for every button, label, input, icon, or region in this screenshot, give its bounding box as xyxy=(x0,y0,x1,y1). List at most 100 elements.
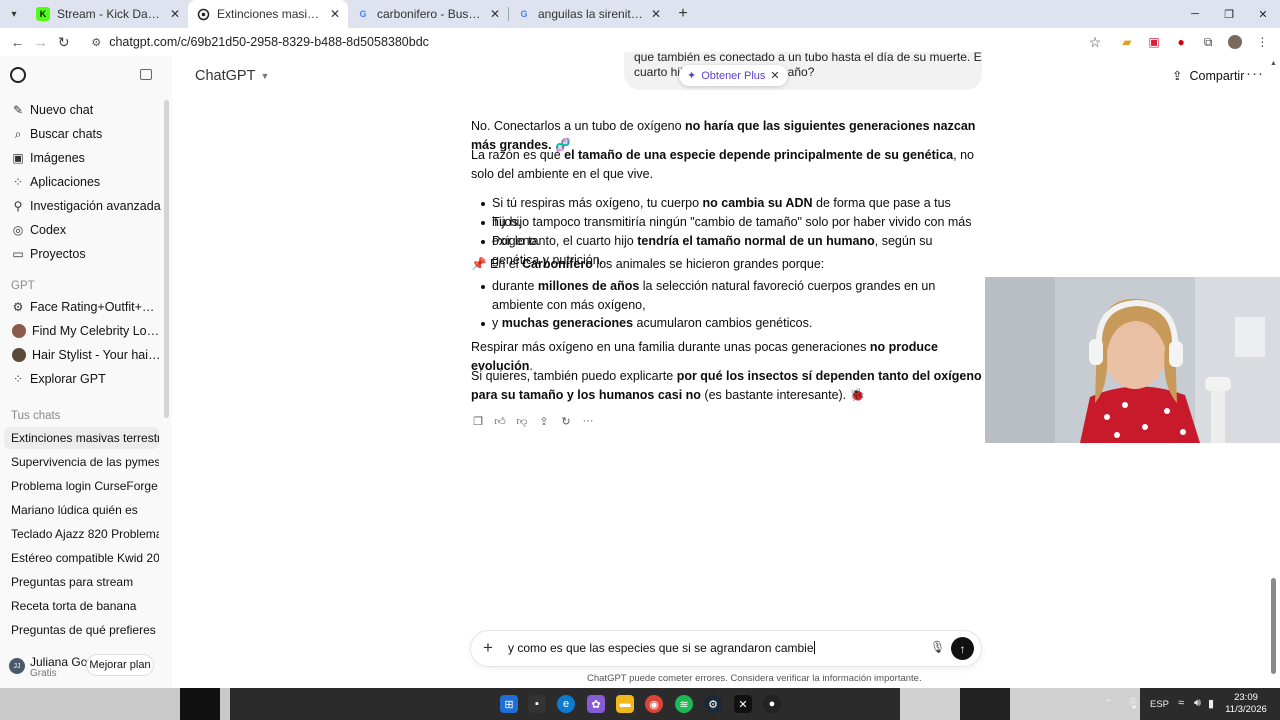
chatgpt-logo-icon[interactable] xyxy=(10,67,26,83)
user-message-line: cuarto hij xyxy=(634,65,683,79)
capcut-icon[interactable]: ✕ xyxy=(734,695,752,713)
more-options-icon[interactable]: ··· xyxy=(1246,65,1264,82)
language-indicator[interactable]: ESP xyxy=(1150,699,1169,710)
gear-icon: ⚙ xyxy=(12,300,24,314)
model-name: ChatGPT xyxy=(195,68,256,84)
attach-plus-icon[interactable]: + xyxy=(483,638,493,658)
tab-carbonifero[interactable]: G carbonifero - Buscar con Goog ✕ xyxy=(348,0,508,28)
disclaimer-text: ChatGPT puede cometer errores. Considera… xyxy=(587,673,922,684)
extension-icon[interactable]: ▰ xyxy=(1115,30,1138,54)
folder-icon: ▭ xyxy=(12,247,24,261)
extension-icon[interactable]: ● xyxy=(1170,30,1193,54)
microphone-icon[interactable]: 🎙︎ xyxy=(930,640,945,654)
chat-item[interactable]: Problema login CurseForge xyxy=(4,475,159,497)
sidebar-item-images[interactable]: ▣ Imágenes xyxy=(4,147,162,169)
tray-chevron-icon[interactable]: ⌃ xyxy=(1104,697,1113,710)
gpt-section-header: GPT xyxy=(11,280,35,292)
sidebar-scrollbar[interactable] xyxy=(164,100,169,418)
chat-item[interactable]: Extinciones masivas terrestres xyxy=(4,427,159,449)
send-button[interactable]: ↑ xyxy=(951,637,974,660)
bullet-dot xyxy=(481,285,485,289)
chat-item[interactable]: Teclado Ajazz 820 Problemas xyxy=(4,523,159,545)
close-tab-icon[interactable]: ✕ xyxy=(330,7,340,21)
share-icon[interactable]: ⇪ xyxy=(537,414,551,428)
spotify-icon[interactable]: ≋ xyxy=(675,695,693,713)
chat-item[interactable]: Preguntas de qué prefieres xyxy=(4,619,159,641)
sidebar-item-codex[interactable]: ◎ Codex xyxy=(4,219,162,241)
file-explorer-icon[interactable]: ▬ xyxy=(616,695,634,713)
copy-icon[interactable]: ❐ xyxy=(471,414,485,428)
sidebar-item-new-chat[interactable]: ✎ Nuevo chat xyxy=(4,99,162,121)
browser-menu-icon[interactable]: ⋮ xyxy=(1251,30,1274,54)
close-tab-icon[interactable]: ✕ xyxy=(651,7,661,21)
close-tab-icon[interactable]: ✕ xyxy=(490,7,500,21)
obs-icon[interactable]: ● xyxy=(763,695,781,713)
tab-search-chevron-icon[interactable]: ▾ xyxy=(0,0,28,28)
volume-icon[interactable]: 🔊︎ xyxy=(1194,697,1201,710)
sidebar-item-projects[interactable]: ▭ Proyectos xyxy=(4,243,162,265)
minimize-icon[interactable]: ─ xyxy=(1178,0,1212,28)
profile-avatar-icon[interactable] xyxy=(1224,30,1247,54)
site-info-icon[interactable]: ⚙ xyxy=(91,36,101,49)
sidebar-explore-gpts[interactable]: ⁘ Explorar GPT xyxy=(4,368,162,390)
taskbar-clock[interactable]: 23:09 11/3/2026 xyxy=(1222,692,1270,716)
sidebar-gpt-face-rating[interactable]: ⚙Face Rating+Outfit+Hair/Ski... xyxy=(4,296,162,318)
copilot-icon[interactable]: ✿ xyxy=(587,695,605,713)
wifi-icon[interactable]: ≈ xyxy=(1178,697,1184,709)
tab-extinciones[interactable]: Extinciones masivas terrestres ✕ xyxy=(188,0,348,28)
chat-item[interactable]: Estéreo compatible Kwid 2020 xyxy=(4,547,159,569)
forward-icon[interactable]: → xyxy=(29,30,52,54)
scroll-up-arrow-icon[interactable]: ▲ xyxy=(1270,60,1277,67)
sidebar-gpt-celebrity[interactable]: Find My Celebrity Look Alike xyxy=(4,320,162,342)
close-window-icon[interactable]: ✕ xyxy=(1246,0,1280,28)
thumbs-down-icon[interactable]: 👎︎ xyxy=(515,414,529,428)
sidebar-gpt-hair-stylist[interactable]: Hair Stylist - Your hair style a... xyxy=(4,344,162,366)
answer-paragraph: 📌 En el Carbonífero los animales se hici… xyxy=(471,257,825,271)
new-tab-button[interactable]: + xyxy=(669,0,697,28)
tray-microphone-icon[interactable]: 🎙︎ xyxy=(1126,697,1140,710)
chat-item[interactable]: Mariano lúdica quién es xyxy=(4,499,159,521)
tab-title: anguilas la sirenita - Buscar con xyxy=(538,7,644,21)
get-plus-button[interactable]: ✦ Obtener Plus ✕ xyxy=(679,65,788,86)
url-field[interactable]: ⚙ chatgpt.com/c/69b21d50-2958-8329-b488-… xyxy=(81,30,1111,54)
back-icon[interactable]: ← xyxy=(6,30,29,54)
extension-icon[interactable]: ▣ xyxy=(1142,30,1165,54)
thumbs-up-icon[interactable]: 👍︎ xyxy=(493,414,507,428)
sidebar-item-search-chats[interactable]: ⌕ Buscar chats xyxy=(4,123,162,145)
edge-icon[interactable]: e xyxy=(557,695,575,713)
task-view-icon[interactable]: ▪ xyxy=(528,695,546,713)
message-composer[interactable]: + y como es que las especies que si se a… xyxy=(471,631,981,666)
bookmark-star-icon[interactable]: ☆ xyxy=(1089,34,1102,51)
user-profile[interactable]: JJ Juliana Go... Gratis Mejorar plan xyxy=(0,652,172,682)
sidebar-item-apps[interactable]: ⁘ Aplicaciones xyxy=(4,171,162,193)
start-windows-icon[interactable]: ⊞ xyxy=(500,695,518,713)
upgrade-plan-button[interactable]: Mejorar plan xyxy=(86,654,154,676)
webcam-image xyxy=(985,277,1280,443)
regenerate-icon[interactable]: ↻ xyxy=(559,414,573,428)
tab-title: carbonifero - Buscar con Goog xyxy=(377,7,483,21)
chat-item[interactable]: Preguntas para stream xyxy=(4,571,159,593)
tab-anguilas[interactable]: G anguilas la sirenita - Buscar con ✕ xyxy=(509,0,669,28)
extensions-puzzle-icon[interactable]: ⧉ xyxy=(1197,30,1220,54)
sidebar-item-research[interactable]: ⚲ Investigación avanzada xyxy=(4,195,162,217)
chat-item[interactable]: Receta torta de banana xyxy=(4,595,159,617)
restore-icon[interactable]: ❐ xyxy=(1212,0,1246,28)
steam-icon[interactable]: ⚙ xyxy=(704,695,722,713)
chats-section-header: Tus chats xyxy=(11,410,61,422)
more-icon[interactable]: ··· xyxy=(581,414,595,428)
reload-icon[interactable]: ↻ xyxy=(52,30,75,54)
close-icon[interactable]: ✕ xyxy=(770,69,779,82)
close-tab-icon[interactable]: ✕ xyxy=(170,7,180,21)
share-button[interactable]: ⇪ Compartir xyxy=(1172,68,1244,84)
chat-item[interactable]: Supervivencia de las pymes xyxy=(4,451,159,473)
kick-favicon-icon: K xyxy=(36,7,50,21)
model-selector[interactable]: ChatGPT ▼ xyxy=(195,68,269,84)
composer-input[interactable]: y como es que las especies que si se agr… xyxy=(508,641,815,655)
sidebar-toggle-icon[interactable] xyxy=(140,69,152,80)
bullet-dot xyxy=(481,240,485,244)
battery-icon[interactable]: ▮ xyxy=(1208,697,1214,710)
main-scrollbar[interactable] xyxy=(1271,578,1276,674)
chrome-icon[interactable]: ◉ xyxy=(645,695,663,713)
bullet-dot xyxy=(481,221,485,225)
tab-kick-dashboard[interactable]: K Stream - Kick Dashboard ✕ xyxy=(28,0,188,28)
